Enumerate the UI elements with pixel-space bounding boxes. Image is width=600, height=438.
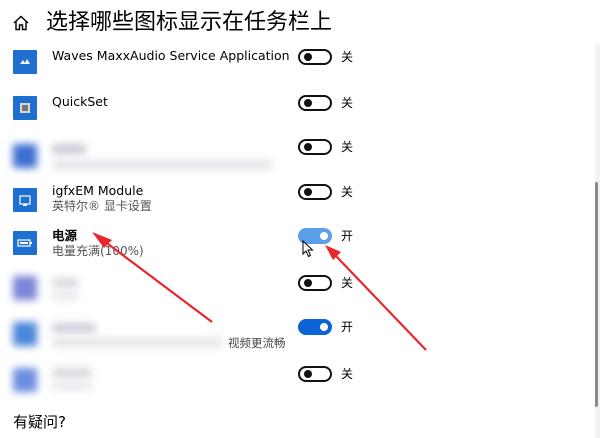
annotation-arrow-right xyxy=(325,245,427,351)
mouse-cursor-icon xyxy=(302,240,314,258)
annotation-arrows xyxy=(92,232,427,351)
annotation-arrow-left xyxy=(92,232,213,323)
